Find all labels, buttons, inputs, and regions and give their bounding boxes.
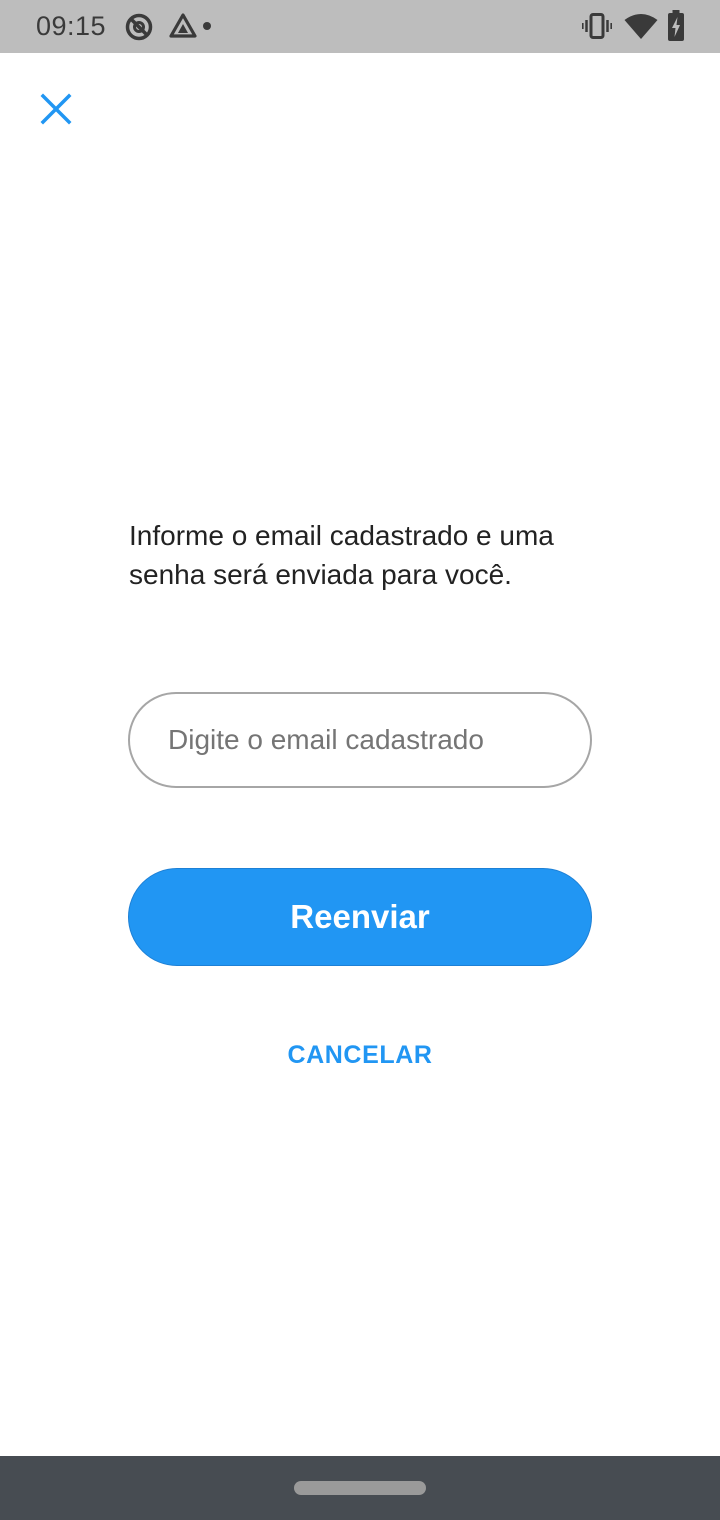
instructions-text: Informe o email cadastrado e uma senha s… — [129, 520, 554, 590]
cancel-button[interactable]: CANCELAR — [260, 1030, 460, 1080]
navigation-bar — [0, 1456, 720, 1520]
vibrate-icon — [582, 13, 612, 39]
status-time: 09:15 — [36, 11, 107, 41]
email-input[interactable] — [128, 692, 592, 788]
battery-charging-icon — [668, 10, 684, 41]
home-indicator[interactable] — [294, 1481, 426, 1495]
drive-icon — [169, 13, 197, 38]
close-icon — [40, 93, 72, 125]
close-button[interactable] — [28, 81, 84, 137]
sync-icon — [125, 13, 153, 41]
status-bar: 09:15 — [0, 0, 720, 53]
resend-button[interactable]: Reenviar — [128, 868, 592, 966]
wifi-icon — [624, 14, 658, 39]
notification-dot-icon — [203, 22, 211, 30]
